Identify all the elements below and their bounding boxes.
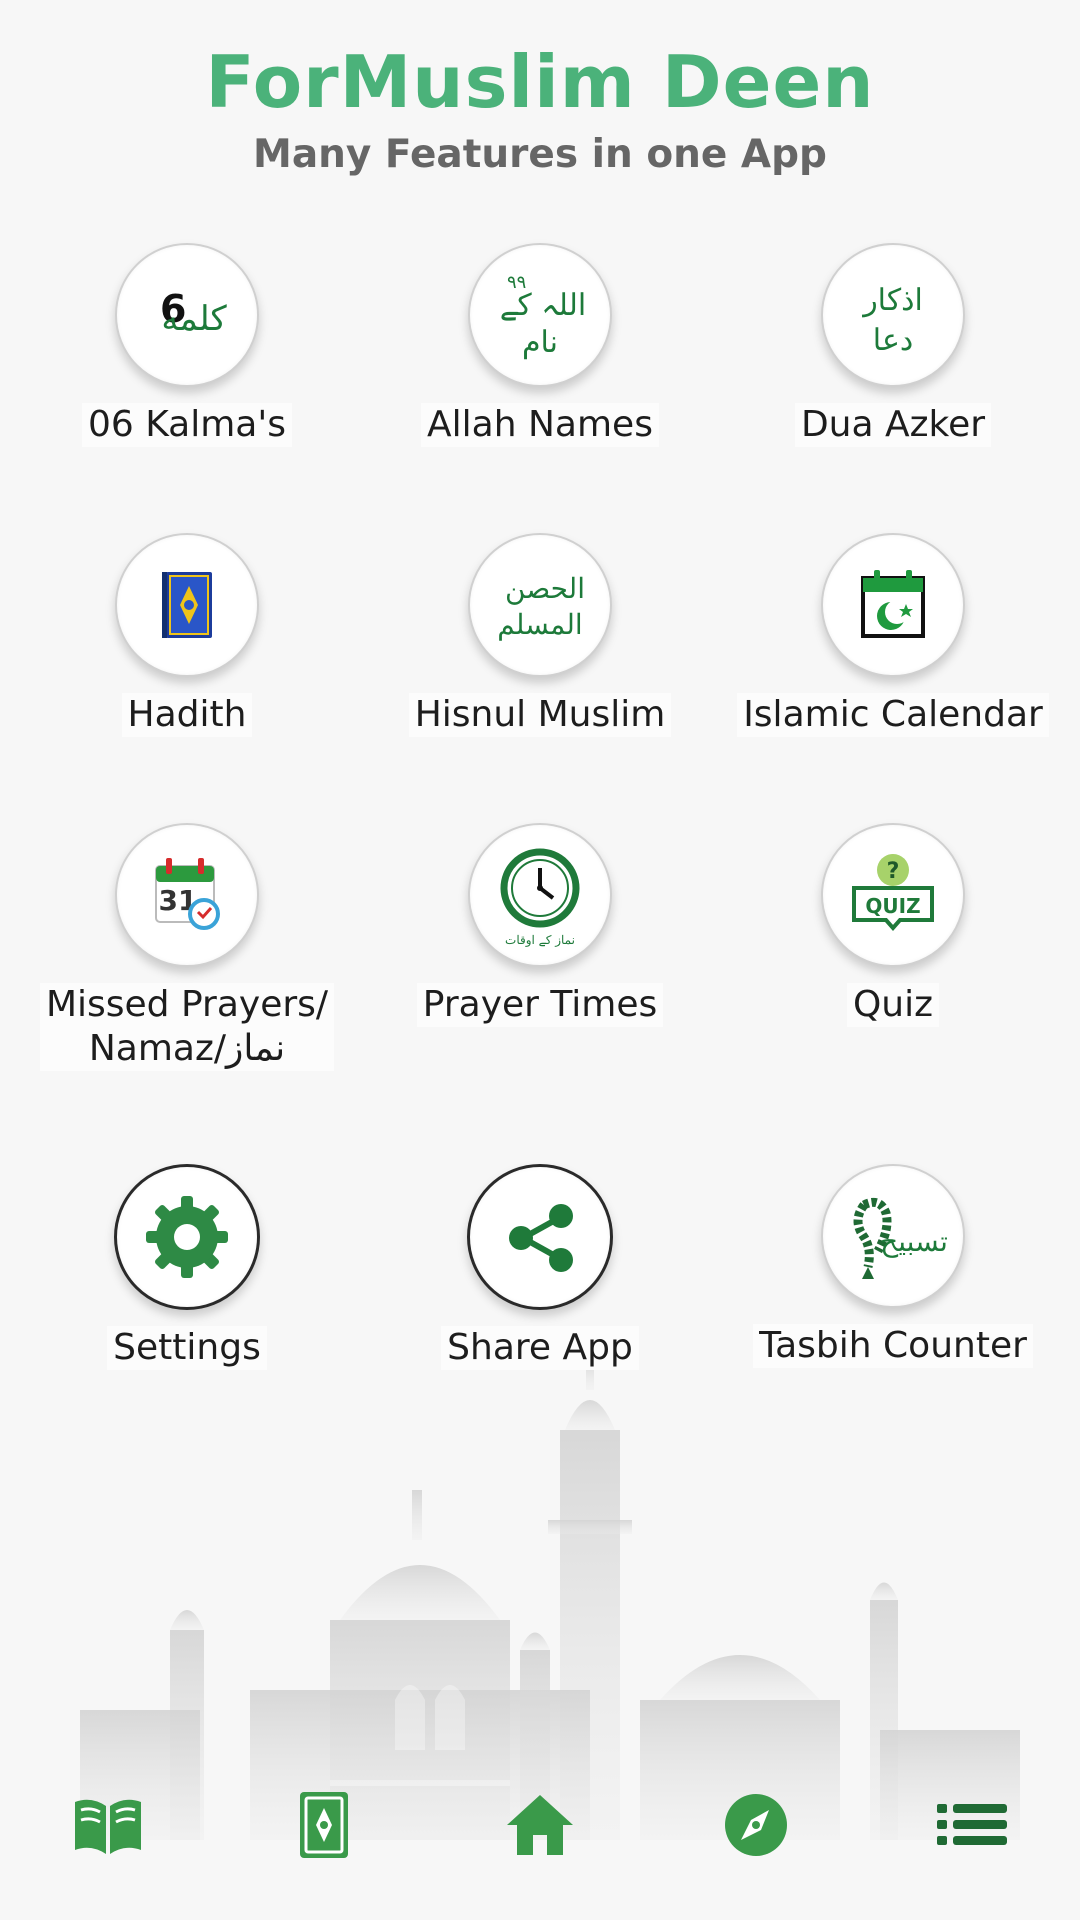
quiz-text: QUIZ xyxy=(865,894,920,918)
feature-allah-names[interactable]: ۹۹ اللہ کے نام Allah Names xyxy=(375,243,705,447)
quiz-icon: ? QUIZ xyxy=(821,823,965,967)
feature-label: Quiz xyxy=(846,983,940,1027)
quiz-mark: ? xyxy=(887,859,900,884)
feature-hadith[interactable]: Hadith xyxy=(22,533,352,737)
kalma-arabic: كلمه xyxy=(161,299,227,339)
hisnul-arabic: الحصن xyxy=(505,572,585,605)
bottom-nav xyxy=(0,1760,1080,1890)
feature-label: Settings xyxy=(107,1326,267,1370)
allah-arabic: اللہ کے xyxy=(500,288,586,323)
missed-prayers-line2: Namaz/نماز xyxy=(88,1028,286,1069)
open-book-icon xyxy=(75,1799,141,1854)
calendar-crescent-icon xyxy=(821,533,965,677)
menu-list-icon xyxy=(937,1804,1007,1845)
nav-compass[interactable] xyxy=(706,1775,806,1875)
feature-label: Hisnul Muslim xyxy=(408,693,672,737)
feature-kalma[interactable]: 6 كلمه 06 Kalma's xyxy=(22,243,352,447)
tasbih-arabic: تسبیح xyxy=(880,1225,948,1258)
feature-label: Islamic Calendar xyxy=(737,693,1049,737)
allah-names-icon: ۹۹ اللہ کے نام xyxy=(468,243,612,387)
feature-label: Prayer Times xyxy=(416,983,664,1027)
clock-icon: نماز کے اوقات xyxy=(468,823,612,967)
feature-share-app[interactable]: Share App xyxy=(375,1164,705,1370)
feature-dua-azkar[interactable]: اذکار دعا Dua Azker xyxy=(728,243,1058,447)
feature-islamic-calendar[interactable]: Islamic Calendar xyxy=(728,533,1058,737)
feature-tasbih-counter[interactable]: تسبیح Tasbih Counter xyxy=(728,1164,1058,1368)
feature-prayer-times[interactable]: نماز کے اوقات Prayer Times xyxy=(375,823,705,1027)
dua-arabic: اذکار xyxy=(861,283,923,318)
tasbih-beads-icon: تسبیح xyxy=(821,1164,965,1308)
quran-icon xyxy=(300,1792,348,1858)
dua-arabic-2: دعا xyxy=(873,323,913,358)
feature-settings[interactable]: Settings xyxy=(22,1164,352,1370)
nav-quran[interactable] xyxy=(274,1775,374,1875)
nav-open-book[interactable] xyxy=(58,1775,158,1875)
feature-missed-prayers[interactable]: 31 Missed Prayers/ Namaz/نماز xyxy=(22,823,352,1071)
feature-label: Share App xyxy=(441,1326,639,1370)
share-icon xyxy=(467,1164,613,1310)
gear-icon xyxy=(114,1164,260,1310)
home-icon xyxy=(507,1795,573,1855)
hadith-book-icon xyxy=(115,533,259,677)
hisnul-muslim-icon: الحصن المسلم xyxy=(468,533,612,677)
feature-label: Hadith xyxy=(121,693,253,737)
feature-label: Dua Azker xyxy=(794,403,992,447)
feature-quiz[interactable]: ? QUIZ Quiz xyxy=(728,823,1058,1027)
compass-icon xyxy=(725,1794,787,1856)
nav-home[interactable] xyxy=(490,1775,590,1875)
allah-arabic-2: نام xyxy=(522,325,558,360)
feature-hisnul-muslim[interactable]: الحصن المسلم Hisnul Muslim xyxy=(375,533,705,737)
kalma-icon: 6 كلمه xyxy=(115,243,259,387)
feature-label: 06 Kalma's xyxy=(81,403,293,447)
nav-menu[interactable] xyxy=(922,1775,1022,1875)
dua-azkar-icon: اذکار دعا xyxy=(821,243,965,387)
app-subtitle: Many Features in one App xyxy=(253,132,827,177)
feature-label: Allah Names xyxy=(421,403,659,447)
hisnul-arabic-2: المسلم xyxy=(497,608,582,641)
calendar-31-icon: 31 xyxy=(115,823,259,967)
missed-prayers-line1: Missed Prayers/ xyxy=(45,984,329,1025)
app-title: ForMuslim Deen xyxy=(205,40,875,124)
header: ForMuslim Deen Many Features in one App xyxy=(0,38,1080,180)
feature-label: Tasbih Counter xyxy=(753,1324,1033,1368)
feature-label: Missed Prayers/ Namaz/نماز xyxy=(39,983,335,1071)
prayer-arabic: نماز کے اوقات xyxy=(505,933,575,947)
